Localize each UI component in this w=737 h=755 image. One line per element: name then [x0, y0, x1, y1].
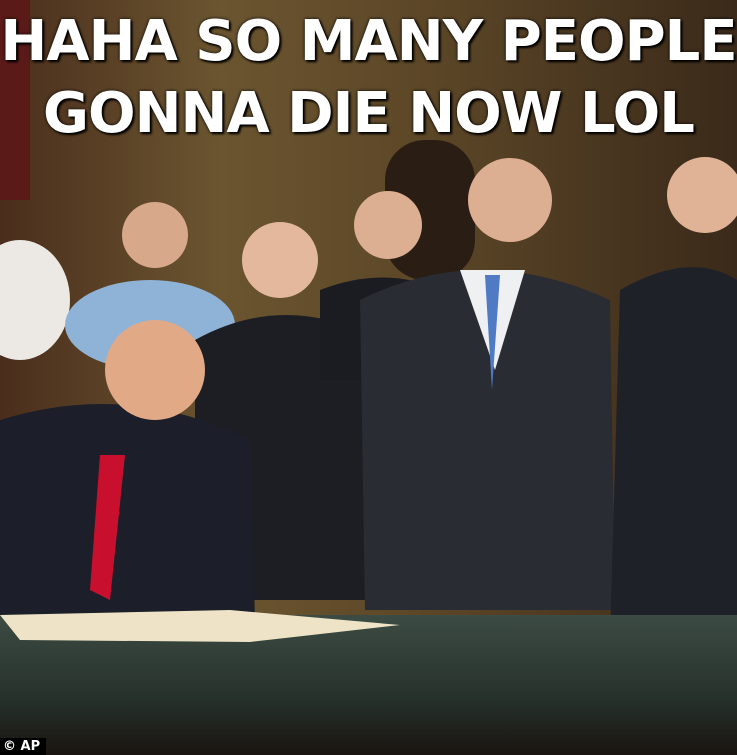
- person-boy-head: [242, 222, 318, 298]
- person-signing: [0, 404, 255, 620]
- person-right: [610, 267, 737, 640]
- meme-caption-line-1: HAHA SO MANY PEOPLE: [0, 9, 737, 74]
- person-signing-head: [105, 320, 205, 420]
- meme-caption-line-2: GONNA DIE NOW LOL: [43, 81, 695, 146]
- photo-credit: © AP: [0, 738, 47, 755]
- person-red-tie-head: [354, 191, 422, 259]
- person-center-head: [468, 158, 552, 242]
- person-blue-coat-head: [122, 202, 188, 268]
